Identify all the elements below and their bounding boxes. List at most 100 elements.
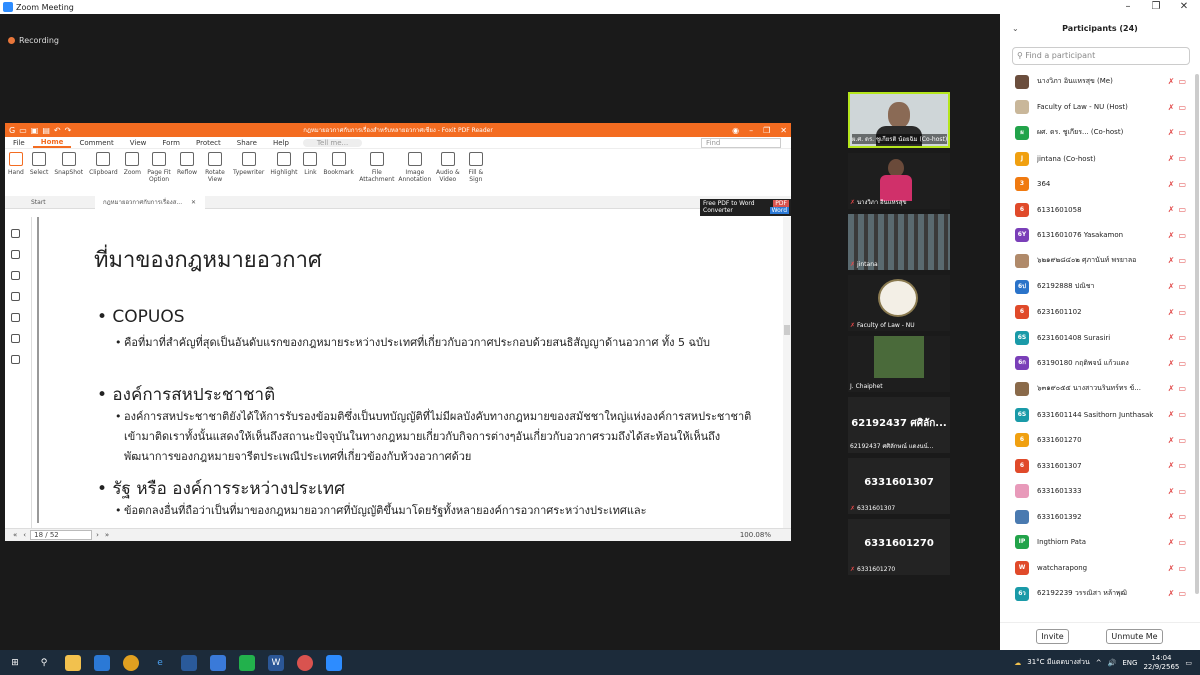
menu-form[interactable]: Form xyxy=(154,139,188,147)
minimize-button[interactable]: – xyxy=(1116,0,1140,14)
file-explorer-icon[interactable] xyxy=(65,654,81,671)
tell-me-input[interactable]: Tell me... xyxy=(302,138,363,147)
unmute-me-button[interactable]: Unmute Me xyxy=(1106,629,1163,644)
pages-icon[interactable] xyxy=(11,250,20,259)
prev-page-icon[interactable]: ‹ xyxy=(23,531,26,539)
windows-start-icon[interactable]: ⊞ xyxy=(7,655,23,671)
signature-icon[interactable] xyxy=(11,355,20,364)
participant-row[interactable]: 6331601333 ✗ ▭ xyxy=(1000,479,1200,505)
select-tool[interactable]: Select xyxy=(27,152,52,176)
weather-text[interactable]: 31°C มีแดดบางส่วน xyxy=(1027,657,1090,668)
participant-scrollbar[interactable] xyxy=(1195,74,1199,594)
participant-row[interactable]: Wwatcharapong ✗ ▭ xyxy=(1000,555,1200,581)
video-tile-6[interactable]: 62192437 ศศิลัก... 62192437 ศศิลักษณ์ แด… xyxy=(848,397,950,453)
zoom-tool[interactable]: Zoom xyxy=(121,152,144,176)
video-tile-speaker[interactable]: ผ.ศ. ดร. ชูเกียรติ น้อยฉิม (Co-host) xyxy=(848,92,950,148)
bookmark-tool[interactable]: Bookmark xyxy=(320,152,356,176)
participant-row[interactable]: นางวิภา อินแหรสุข (Me) ✗ ▭ xyxy=(1000,69,1200,95)
participant-row[interactable]: 6 6231601102 ✗ ▭ xyxy=(1000,299,1200,325)
video-tile-4[interactable]: ✗ Faculty of Law - NU xyxy=(848,275,950,331)
participant-row[interactable]: 6Y 6131601076 Yasakamon ✗ ▭ xyxy=(1000,223,1200,249)
fill-sign-tool[interactable]: Fill & Sign xyxy=(463,152,489,183)
tray-expand-icon[interactable]: ^ xyxy=(1096,659,1102,667)
layers-icon[interactable] xyxy=(11,292,20,301)
account-icon[interactable]: ◉ xyxy=(732,126,739,135)
line-icon[interactable] xyxy=(239,654,255,671)
zoom-taskbar-icon[interactable] xyxy=(326,654,342,671)
menu-file[interactable]: File xyxy=(5,139,33,147)
foxit-minimize-button[interactable]: – xyxy=(749,126,753,135)
scroll-thumb[interactable] xyxy=(784,325,790,335)
next-page-icon[interactable]: › xyxy=(96,531,99,539)
tab-start[interactable]: Start xyxy=(5,199,95,206)
invite-button[interactable]: Invite xyxy=(1036,629,1069,644)
menu-help[interactable]: Help xyxy=(265,139,297,147)
participant-row[interactable]: 6 6331601270 ✗ ▭ xyxy=(1000,427,1200,453)
reflow-tool[interactable]: Reflow xyxy=(174,152,200,176)
free-pdf-converter-banner[interactable]: Free PDF to Word Converter PDF Word xyxy=(700,199,791,216)
participant-row[interactable]: 6 6331601307 ✗ ▭ xyxy=(1000,453,1200,479)
participant-row[interactable]: 6331601392 ✗ ▭ xyxy=(1000,504,1200,530)
snapshot-tool[interactable]: SnapShot xyxy=(51,152,86,176)
foxit-close-button[interactable]: ✕ xyxy=(780,126,787,135)
bookmarks-icon[interactable] xyxy=(11,229,20,238)
participant-row[interactable]: ๖๓๑๙๐๕๕ นางสาวนรินทร์ทร ข้... ✗ ▭ xyxy=(1000,376,1200,402)
video-tile-8[interactable]: 6331601270 ✗ 6331601270 xyxy=(848,519,950,575)
teams-icon[interactable] xyxy=(181,654,197,671)
last-page-icon[interactable]: » xyxy=(105,531,109,539)
volume-icon[interactable]: 🔊 xyxy=(1108,659,1117,667)
video-tile-2[interactable]: ✗ นางวิภา อินแหรสุข xyxy=(848,153,950,209)
tab-document[interactable]: กฎหมายอวกาศกับการเรื่องส... xyxy=(95,195,205,209)
chevron-down-icon[interactable]: ⌄ xyxy=(1012,14,1019,44)
language-indicator[interactable]: ENG xyxy=(1122,659,1137,667)
participant-search-input[interactable]: ⚲ Find a participant xyxy=(1012,47,1190,65)
participant-row[interactable]: Faculty of Law - NU (Host) ✗ ▭ xyxy=(1000,95,1200,121)
participant-row[interactable]: ผ ผศ. ดร. ชูเกียร... (Co-host) ✗ ▭ xyxy=(1000,120,1200,146)
file-attachment-tool[interactable]: File Attachment xyxy=(357,152,397,183)
participant-row[interactable]: 6 6131601058 ✗ ▭ xyxy=(1000,197,1200,223)
security-icon[interactable] xyxy=(11,334,20,343)
first-page-icon[interactable]: « xyxy=(13,531,17,539)
photos-icon[interactable] xyxy=(210,654,226,671)
menu-home[interactable]: Home xyxy=(32,138,72,148)
restore-button[interactable]: ❐ xyxy=(1144,0,1168,14)
participant-row[interactable]: 6ป 62192888 ปณิชา ✗ ▭ xyxy=(1000,274,1200,300)
highlight-tool[interactable]: Highlight xyxy=(267,152,300,176)
zoom-level[interactable]: 100.08% xyxy=(740,531,771,539)
attachments-icon[interactable] xyxy=(11,313,20,322)
find-input[interactable]: Find xyxy=(701,137,781,148)
menu-protect[interactable]: Protect xyxy=(188,139,229,147)
participant-row[interactable]: 6ว 62192239 วรรณิสา หล้าพุฒิ ✗ ▭ xyxy=(1000,581,1200,607)
video-tile-7[interactable]: 6331601307 ✗ 6331601307 xyxy=(848,458,950,514)
participant-row[interactable]: 6S 6231601408 Surasiri ✗ ▭ xyxy=(1000,325,1200,351)
foxit-restore-button[interactable]: ❐ xyxy=(763,126,770,135)
close-button[interactable]: ✕ xyxy=(1172,0,1196,14)
menu-share[interactable]: Share xyxy=(229,139,265,147)
participant-row[interactable]: ๖๒๑๙๒๘๔๐๒ ศุภานันท์ พรยาลอ ✗ ▭ xyxy=(1000,248,1200,274)
menu-view[interactable]: View xyxy=(122,139,155,147)
close-tab-icon[interactable]: ✕ xyxy=(191,199,196,206)
image-annotation-tool[interactable]: Image Annotation xyxy=(397,152,433,183)
menu-comment[interactable]: Comment xyxy=(71,139,121,147)
notifications-icon[interactable]: ▭ xyxy=(1185,659,1192,667)
clock[interactable]: 14:04 22/9/2565 xyxy=(1143,654,1179,672)
chrome-icon[interactable] xyxy=(123,654,139,671)
foxit-taskbar-icon[interactable] xyxy=(297,654,313,671)
video-tile-5[interactable]: J. Chaiphet xyxy=(848,336,950,392)
page-number-input[interactable]: 18 / 52 xyxy=(30,530,93,540)
document-scrollbar[interactable] xyxy=(783,217,791,529)
participant-row[interactable]: IP Ingthiorn Pata ✗ ▭ xyxy=(1000,530,1200,556)
clipboard-tool[interactable]: Clipboard xyxy=(86,152,121,176)
participant-row[interactable]: Jjintana (Co-host) ✗ ▭ xyxy=(1000,146,1200,172)
page-fit-tool[interactable]: Page Fit Option xyxy=(144,152,174,183)
rotate-view-tool[interactable]: Rotate View xyxy=(200,152,230,183)
word-icon[interactable]: W xyxy=(268,654,284,671)
hand-tool[interactable]: Hand xyxy=(5,152,27,176)
edge-icon[interactable]: e xyxy=(152,655,168,671)
comments-icon[interactable] xyxy=(11,271,20,280)
audio-video-tool[interactable]: Audio & Video xyxy=(433,152,463,183)
participant-row[interactable]: 6ก 63190180 กฤติพจน์ แก้วแดง ✗ ▭ xyxy=(1000,351,1200,377)
typewriter-tool[interactable]: Typewriter xyxy=(230,152,267,176)
participant-row[interactable]: 3 364 ✗ ▭ xyxy=(1000,171,1200,197)
link-tool[interactable]: Link xyxy=(300,152,320,176)
